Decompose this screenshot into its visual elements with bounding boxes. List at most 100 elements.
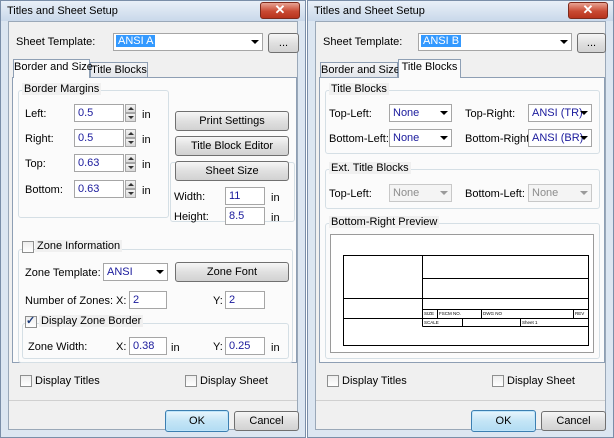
cancel-button[interactable]: Cancel: [234, 411, 299, 431]
sheet-height-unit: in: [271, 212, 280, 224]
sheet-width-input[interactable]: 11: [225, 187, 265, 205]
top-margin-label: Top:: [25, 158, 46, 170]
preview-size-text: SIZE: [424, 311, 434, 316]
ext-top-left-select[interactable]: None: [389, 184, 452, 202]
left-dialog-window: Titles and Sheet Setup ✕ Sheet Template:…: [0, 0, 306, 438]
display-titles-label: Display Titles: [35, 375, 100, 387]
spin-up-icon[interactable]: [125, 129, 136, 138]
left-client-area: Sheet Template: ANSI A ... Border and Si…: [8, 21, 299, 432]
zone-information-title: Zone Information: [35, 240, 123, 252]
zone-template-value: ANSI: [107, 266, 133, 278]
sheet-height-input[interactable]: 8.5: [225, 207, 265, 225]
checkmark-icon: ✓: [26, 315, 36, 327]
title-block-editor-button[interactable]: Title Block Editor: [175, 136, 289, 156]
chevron-down-icon: [440, 111, 448, 115]
left-window-title: Titles and Sheet Setup: [7, 5, 118, 17]
display-titles-checkbox[interactable]: [20, 375, 32, 387]
ext-title-blocks-title: Ext. Title Blocks: [329, 162, 411, 174]
tab-border-and-size[interactable]: Border and Size: [13, 59, 93, 78]
chevron-down-icon: [440, 136, 448, 140]
preview-fscm-text: FSCM NO.: [439, 311, 461, 316]
top-margin-spinner[interactable]: [125, 154, 136, 172]
right-margin-input[interactable]: 0.5: [74, 129, 124, 147]
ok-button[interactable]: OK: [471, 410, 536, 432]
zone-template-select[interactable]: ANSI: [103, 263, 168, 281]
top-right-select[interactable]: ANSI (TR): [528, 104, 592, 122]
preview-scale-text: SCALE: [424, 320, 439, 325]
right-dialog-window: Titles and Sheet Setup ✕ Sheet Template:…: [307, 0, 614, 438]
print-settings-button[interactable]: Print Settings: [175, 111, 289, 131]
sheet-template-label: Sheet Template:: [16, 36, 96, 48]
zone-width-x-input[interactable]: 0.38: [129, 337, 167, 355]
chevron-down-icon: [580, 191, 588, 195]
tab-title-blocks[interactable]: Title Blocks: [398, 59, 461, 78]
display-zone-border-label: Display Zone Border: [39, 315, 144, 327]
footer-separator: [9, 400, 297, 401]
spin-up-icon[interactable]: [125, 154, 136, 163]
ext-bottom-left-select[interactable]: None: [528, 184, 592, 202]
spin-up-icon[interactable]: [125, 180, 136, 189]
spin-up-icon[interactable]: [125, 104, 136, 113]
top-right-label: Top-Right:: [465, 108, 516, 120]
top-margin-input[interactable]: 0.63: [74, 154, 124, 172]
left-margin-input[interactable]: 0.5: [74, 104, 124, 122]
bottom-margin-spinner[interactable]: [125, 180, 136, 198]
display-titles-checkbox[interactable]: [327, 375, 339, 387]
sheet-template-value: ANSI B: [421, 35, 462, 47]
right-margin-spinner[interactable]: [125, 129, 136, 147]
display-sheet-checkbox[interactable]: [492, 375, 504, 387]
top-left-select[interactable]: None: [389, 104, 452, 122]
zone-width-y-unit: in: [271, 342, 280, 354]
left-margin-spinner[interactable]: [125, 104, 136, 122]
preview-dwg-text: DWG NO: [483, 311, 502, 316]
zones-x-label: X:: [116, 295, 127, 307]
spin-down-icon[interactable]: [125, 163, 136, 172]
zones-x-value: 2: [133, 294, 140, 306]
top-margin-value: 0.63: [78, 157, 100, 169]
zones-y-value: 2: [229, 294, 236, 306]
display-sheet-checkbox[interactable]: [185, 375, 197, 387]
zones-x-input[interactable]: 2: [129, 291, 167, 309]
sheet-template-label: Sheet Template:: [323, 36, 403, 48]
sheet-height-value: 8.5: [229, 210, 245, 222]
zone-width-y-input[interactable]: 0.25: [225, 337, 265, 355]
left-title-bar[interactable]: Titles and Sheet Setup ✕: [1, 1, 305, 21]
title-block-preview: SIZE FSCM NO. DWG NO REV SCALE Sheet 1: [330, 234, 594, 353]
display-sheet-label: Display Sheet: [200, 375, 268, 387]
cancel-button[interactable]: Cancel: [541, 411, 606, 431]
zones-y-input[interactable]: 2: [225, 291, 265, 309]
sheet-size-button[interactable]: Sheet Size: [175, 161, 289, 181]
sheet-template-browse-button[interactable]: ...: [577, 33, 606, 53]
bottom-right-label: Bottom-Right:: [465, 133, 533, 145]
spin-down-icon[interactable]: [125, 113, 136, 122]
ok-button[interactable]: OK: [165, 410, 229, 432]
zone-font-button[interactable]: Zone Font: [175, 262, 289, 282]
spin-down-icon[interactable]: [125, 189, 136, 198]
border-margins-title: Border Margins: [22, 83, 102, 95]
bottom-margin-input[interactable]: 0.63: [74, 180, 124, 198]
bottom-left-select[interactable]: None: [389, 129, 452, 147]
chevron-down-icon: [156, 270, 164, 274]
top-left-value: None: [393, 107, 420, 119]
zone-width-y-value: 0.25: [229, 340, 251, 352]
title-blocks-title: Title Blocks: [329, 83, 389, 95]
preview-sheet-text: Sheet 1: [522, 320, 538, 325]
zone-width-x-value: 0.38: [133, 340, 155, 352]
sheet-template-value: ANSI A: [116, 35, 156, 47]
bottom-right-value: ANSI (BR): [532, 132, 584, 144]
chevron-down-icon: [580, 111, 588, 115]
left-close-button[interactable]: ✕: [260, 2, 300, 19]
zone-template-label: Zone Template:: [25, 267, 101, 279]
sheet-template-select[interactable]: ANSI A: [113, 33, 263, 51]
zone-information-checkbox[interactable]: [22, 241, 34, 253]
sheet-template-select[interactable]: ANSI B: [418, 33, 572, 51]
spin-down-icon[interactable]: [125, 138, 136, 147]
bottom-right-select[interactable]: ANSI (BR): [528, 129, 592, 147]
number-of-zones-label: Number of Zones:: [25, 295, 114, 307]
display-zone-border-checkbox[interactable]: ✓: [25, 315, 37, 328]
chevron-down-icon: [251, 40, 259, 44]
right-title-bar[interactable]: Titles and Sheet Setup ✕: [308, 1, 613, 21]
right-close-button[interactable]: ✕: [568, 2, 608, 19]
sheet-template-browse-button[interactable]: ...: [268, 33, 299, 53]
top-right-value: ANSI (TR): [532, 107, 583, 119]
